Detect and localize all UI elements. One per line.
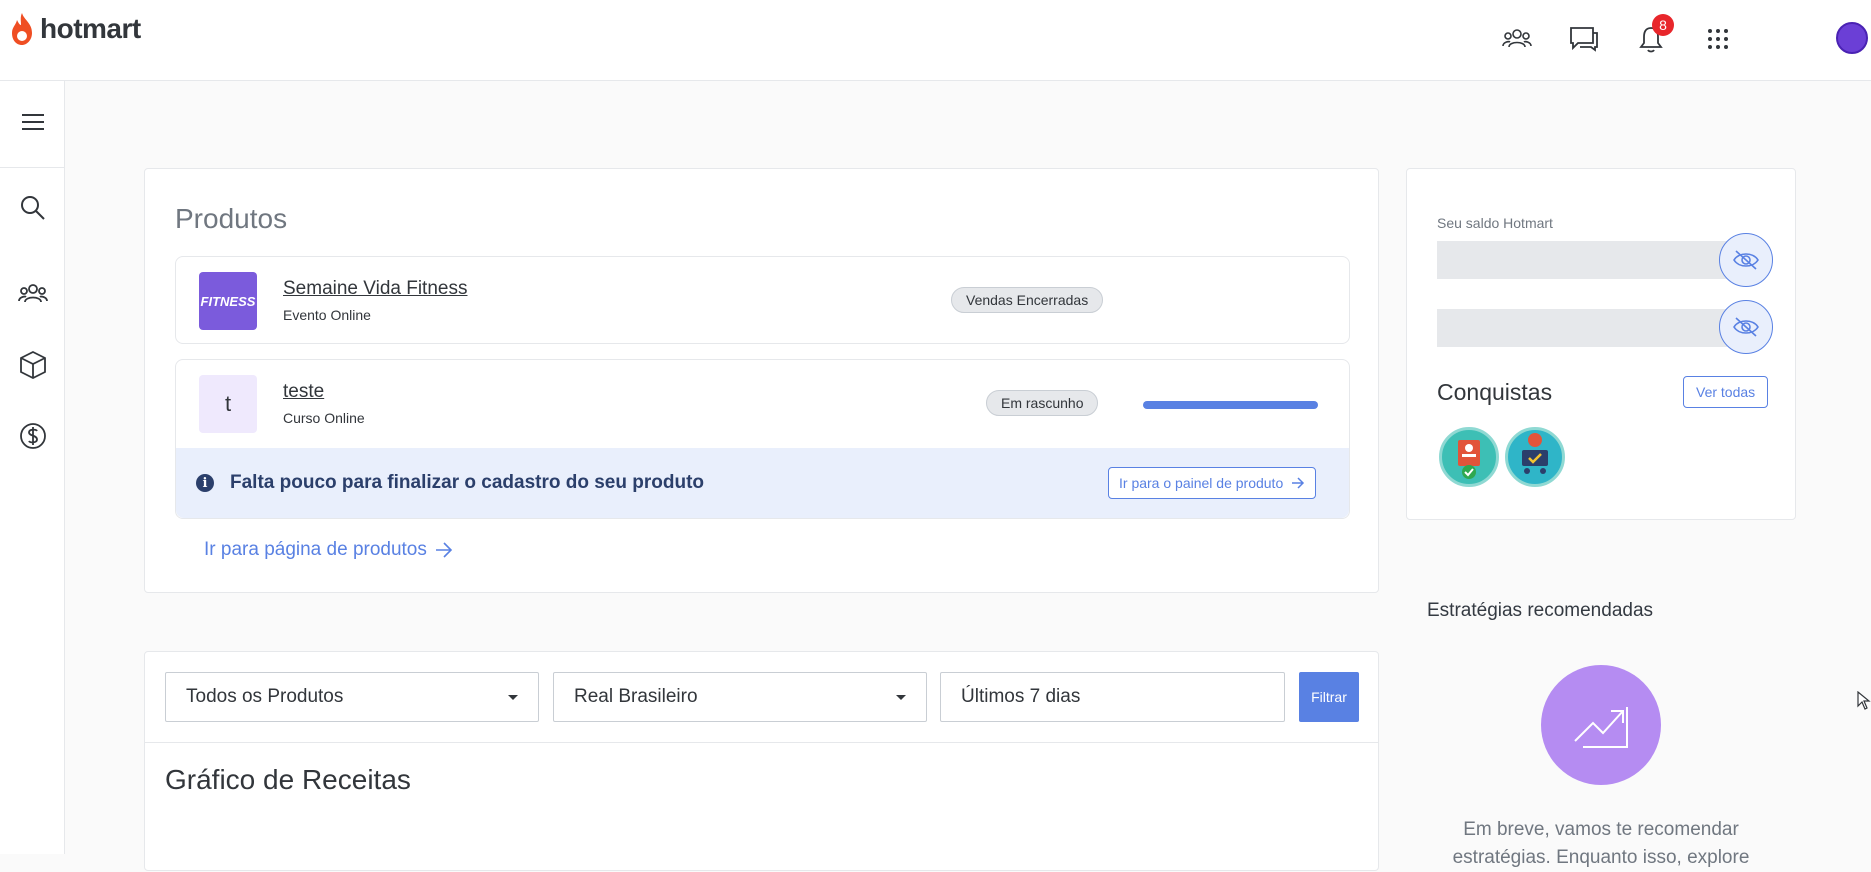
- achievement-cart-icon[interactable]: [1505, 427, 1565, 487]
- currency-filter-value: Real Brasileiro: [574, 686, 698, 707]
- sidebar: [0, 81, 65, 854]
- completion-alert: i Falta pouco para finalizar o cadastro …: [176, 448, 1349, 518]
- progress-bar: [1143, 401, 1318, 409]
- eye-off-icon[interactable]: [1719, 300, 1773, 354]
- chart-title: Gráfico de Receitas: [165, 764, 411, 795]
- status-badge: Vendas Encerradas: [951, 287, 1104, 313]
- product-panel-button-label: Ir para o painel de produto: [1119, 475, 1284, 491]
- people-icon[interactable]: [1500, 22, 1534, 56]
- filter-button[interactable]: Filtrar: [1299, 672, 1359, 722]
- product-row[interactable]: FITNESS Semaine Vida Fitness Evento Onli…: [175, 256, 1350, 344]
- period-input[interactable]: Últimos 7 dias: [940, 672, 1285, 722]
- box-icon[interactable]: [0, 340, 65, 390]
- products-page-link[interactable]: Ir para página de produtos: [204, 539, 453, 561]
- thumbnail-text: FITNESS: [200, 293, 256, 309]
- eye-off-icon[interactable]: [1719, 233, 1773, 287]
- product-row[interactable]: t teste Curso Online Em rascunho i Falta…: [175, 359, 1350, 519]
- status-badge: Em rascunho: [986, 390, 1099, 416]
- product-name[interactable]: Semaine Vida Fitness: [283, 278, 467, 300]
- product-type: Curso Online: [283, 410, 365, 426]
- products-card: Produtos FITNESS Semaine Vida Fitness Ev…: [144, 168, 1379, 593]
- balance-card: Seu saldo Hotmart Conquistas Ver todas: [1406, 168, 1796, 520]
- currency-filter-select[interactable]: Real Brasileiro: [553, 672, 927, 722]
- flame-icon: [12, 13, 32, 45]
- info-icon: i: [196, 474, 214, 492]
- strategies-title: Estratégias recomendadas: [1427, 600, 1654, 621]
- apps-grid-icon[interactable]: [1701, 22, 1735, 56]
- products-page-link-label: Ir para página de produtos: [204, 539, 427, 560]
- arrow-right-icon: [1292, 477, 1305, 489]
- logo-text: hotmart: [40, 13, 141, 44]
- thumbnail-letter: t: [224, 391, 232, 416]
- bell-icon[interactable]: 8: [1634, 14, 1674, 56]
- hidden-balance-bar: [1437, 241, 1727, 279]
- product-name[interactable]: teste: [283, 381, 324, 403]
- chevron-down-icon: [508, 695, 518, 700]
- notification-badge: 8: [1652, 14, 1674, 36]
- trending-up-icon: [1541, 665, 1661, 785]
- chevron-down-icon: [896, 695, 906, 700]
- dollar-icon[interactable]: [0, 411, 65, 461]
- top-bar: hotmart 8: [0, 0, 1871, 81]
- product-type: Evento Online: [283, 307, 371, 323]
- search-icon[interactable]: [0, 183, 65, 233]
- revenue-chart-card: Todos os Produtos Real Brasileiro Último…: [144, 651, 1379, 871]
- people-icon[interactable]: [0, 269, 65, 319]
- chart-divider: [145, 742, 1378, 743]
- alert-text: Falta pouco para finalizar o cadastro do…: [230, 472, 705, 493]
- arrow-right-icon: [435, 542, 453, 558]
- products-title: Produtos: [175, 203, 288, 234]
- balance-label: Seu saldo Hotmart: [1437, 215, 1553, 231]
- achievement-badge-icon[interactable]: [1439, 427, 1499, 487]
- chat-icon[interactable]: [1567, 22, 1601, 56]
- hotmart-logo[interactable]: hotmart: [8, 12, 141, 46]
- hidden-balance-bar: [1437, 309, 1727, 347]
- menu-icon[interactable]: [0, 97, 65, 147]
- period-value: Últimos 7 dias: [961, 686, 1081, 707]
- product-panel-button[interactable]: Ir para o painel de produto: [1108, 467, 1317, 499]
- user-avatar[interactable]: [1836, 22, 1868, 54]
- see-all-button[interactable]: Ver todas: [1683, 376, 1769, 408]
- mouse-cursor-icon: [1857, 691, 1871, 710]
- achievements-title: Conquistas: [1437, 379, 1553, 405]
- product-filter-value: Todos os Produtos: [186, 686, 344, 707]
- product-thumbnail: t: [199, 375, 257, 433]
- sidebar-divider: [0, 167, 65, 168]
- product-filter-select[interactable]: Todos os Produtos: [165, 672, 539, 722]
- strategies-text: Em breve, vamos te recomendar estratégia…: [1452, 819, 1750, 868]
- product-thumbnail: FITNESS: [199, 272, 257, 330]
